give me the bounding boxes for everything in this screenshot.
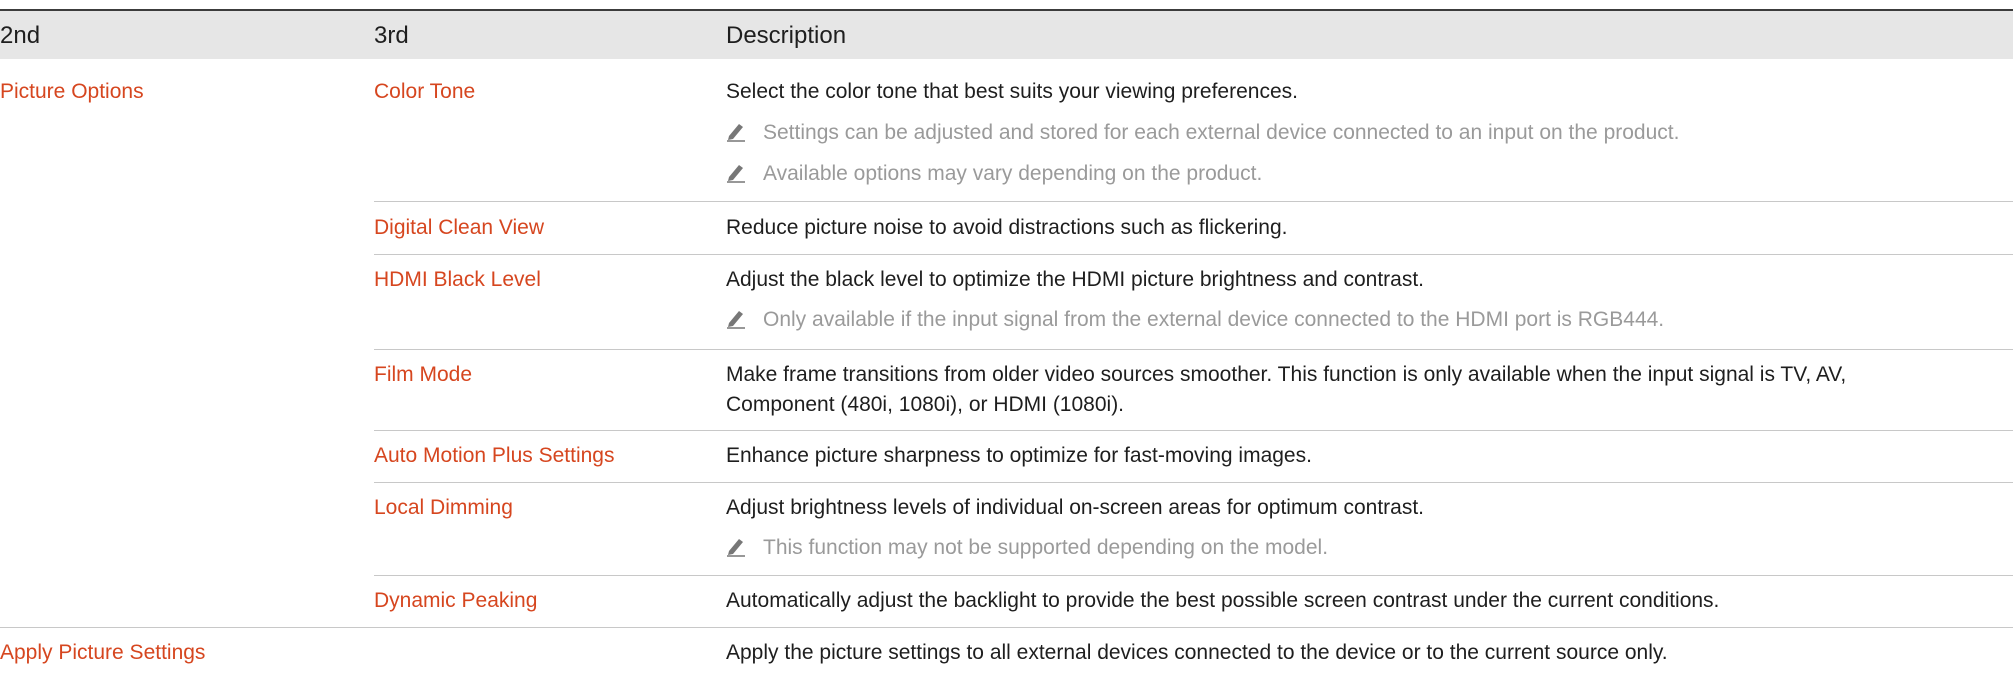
row-divider [374,575,2013,576]
digital-clean-view-desc: Reduce picture noise to avoid distractio… [726,216,1288,239]
apply-picture-settings-desc: Apply the picture settings to all extern… [726,641,1668,664]
color-tone-desc: Select the color tone that best suits yo… [726,80,1298,103]
header-description: Description [726,22,847,49]
picture-options-label: Picture Options [0,80,144,103]
header-2nd: 2nd [0,22,41,49]
row-divider [0,627,2013,628]
color-tone-label: Color Tone [374,80,476,103]
dynamic-peaking-label: Dynamic Peaking [374,589,538,612]
local-dimming-label: Local Dimming [374,496,513,519]
local-dimming-desc: Adjust brightness levels of individual o… [726,496,1425,519]
film-mode-desc-line1: Make frame transitions from older video … [726,363,1847,386]
note-text: Settings can be adjusted and stored for … [763,121,1680,144]
row-divider [374,349,2013,350]
note-text: This function may not be supported depen… [763,536,1329,559]
auto-motion-plus-desc: Enhance picture sharpness to optimize fo… [726,444,1312,467]
pencil-note-icon [727,165,745,183]
note-text: Only available if the input signal from … [763,308,1665,331]
film-mode-desc-line2: Component (480i, 1080i), or HDMI (1080i)… [726,393,1125,416]
pencil-note-icon [727,311,745,329]
dynamic-peaking-desc: Automatically adjust the backlight to pr… [726,589,1720,612]
film-mode-label: Film Mode [374,363,473,386]
note-text: Available options may vary depending on … [763,162,1263,185]
header-3rd: 3rd [374,22,409,49]
row-divider [374,482,2013,483]
pencil-note-icon [727,124,745,142]
digital-clean-view-label: Digital Clean View [374,216,545,239]
apply-picture-settings-label: Apply Picture Settings [0,641,206,664]
auto-motion-plus-label: Auto Motion Plus Settings [374,444,615,467]
hdmi-black-level-desc: Adjust the black level to optimize the H… [726,268,1425,291]
row-divider [374,254,2013,255]
pencil-note-icon [727,539,745,557]
row-divider [374,430,2013,431]
row-divider [374,201,2013,202]
table-header: 2nd 3rd Description [0,9,2013,59]
hdmi-black-level-label: HDMI Black Level [374,268,541,291]
